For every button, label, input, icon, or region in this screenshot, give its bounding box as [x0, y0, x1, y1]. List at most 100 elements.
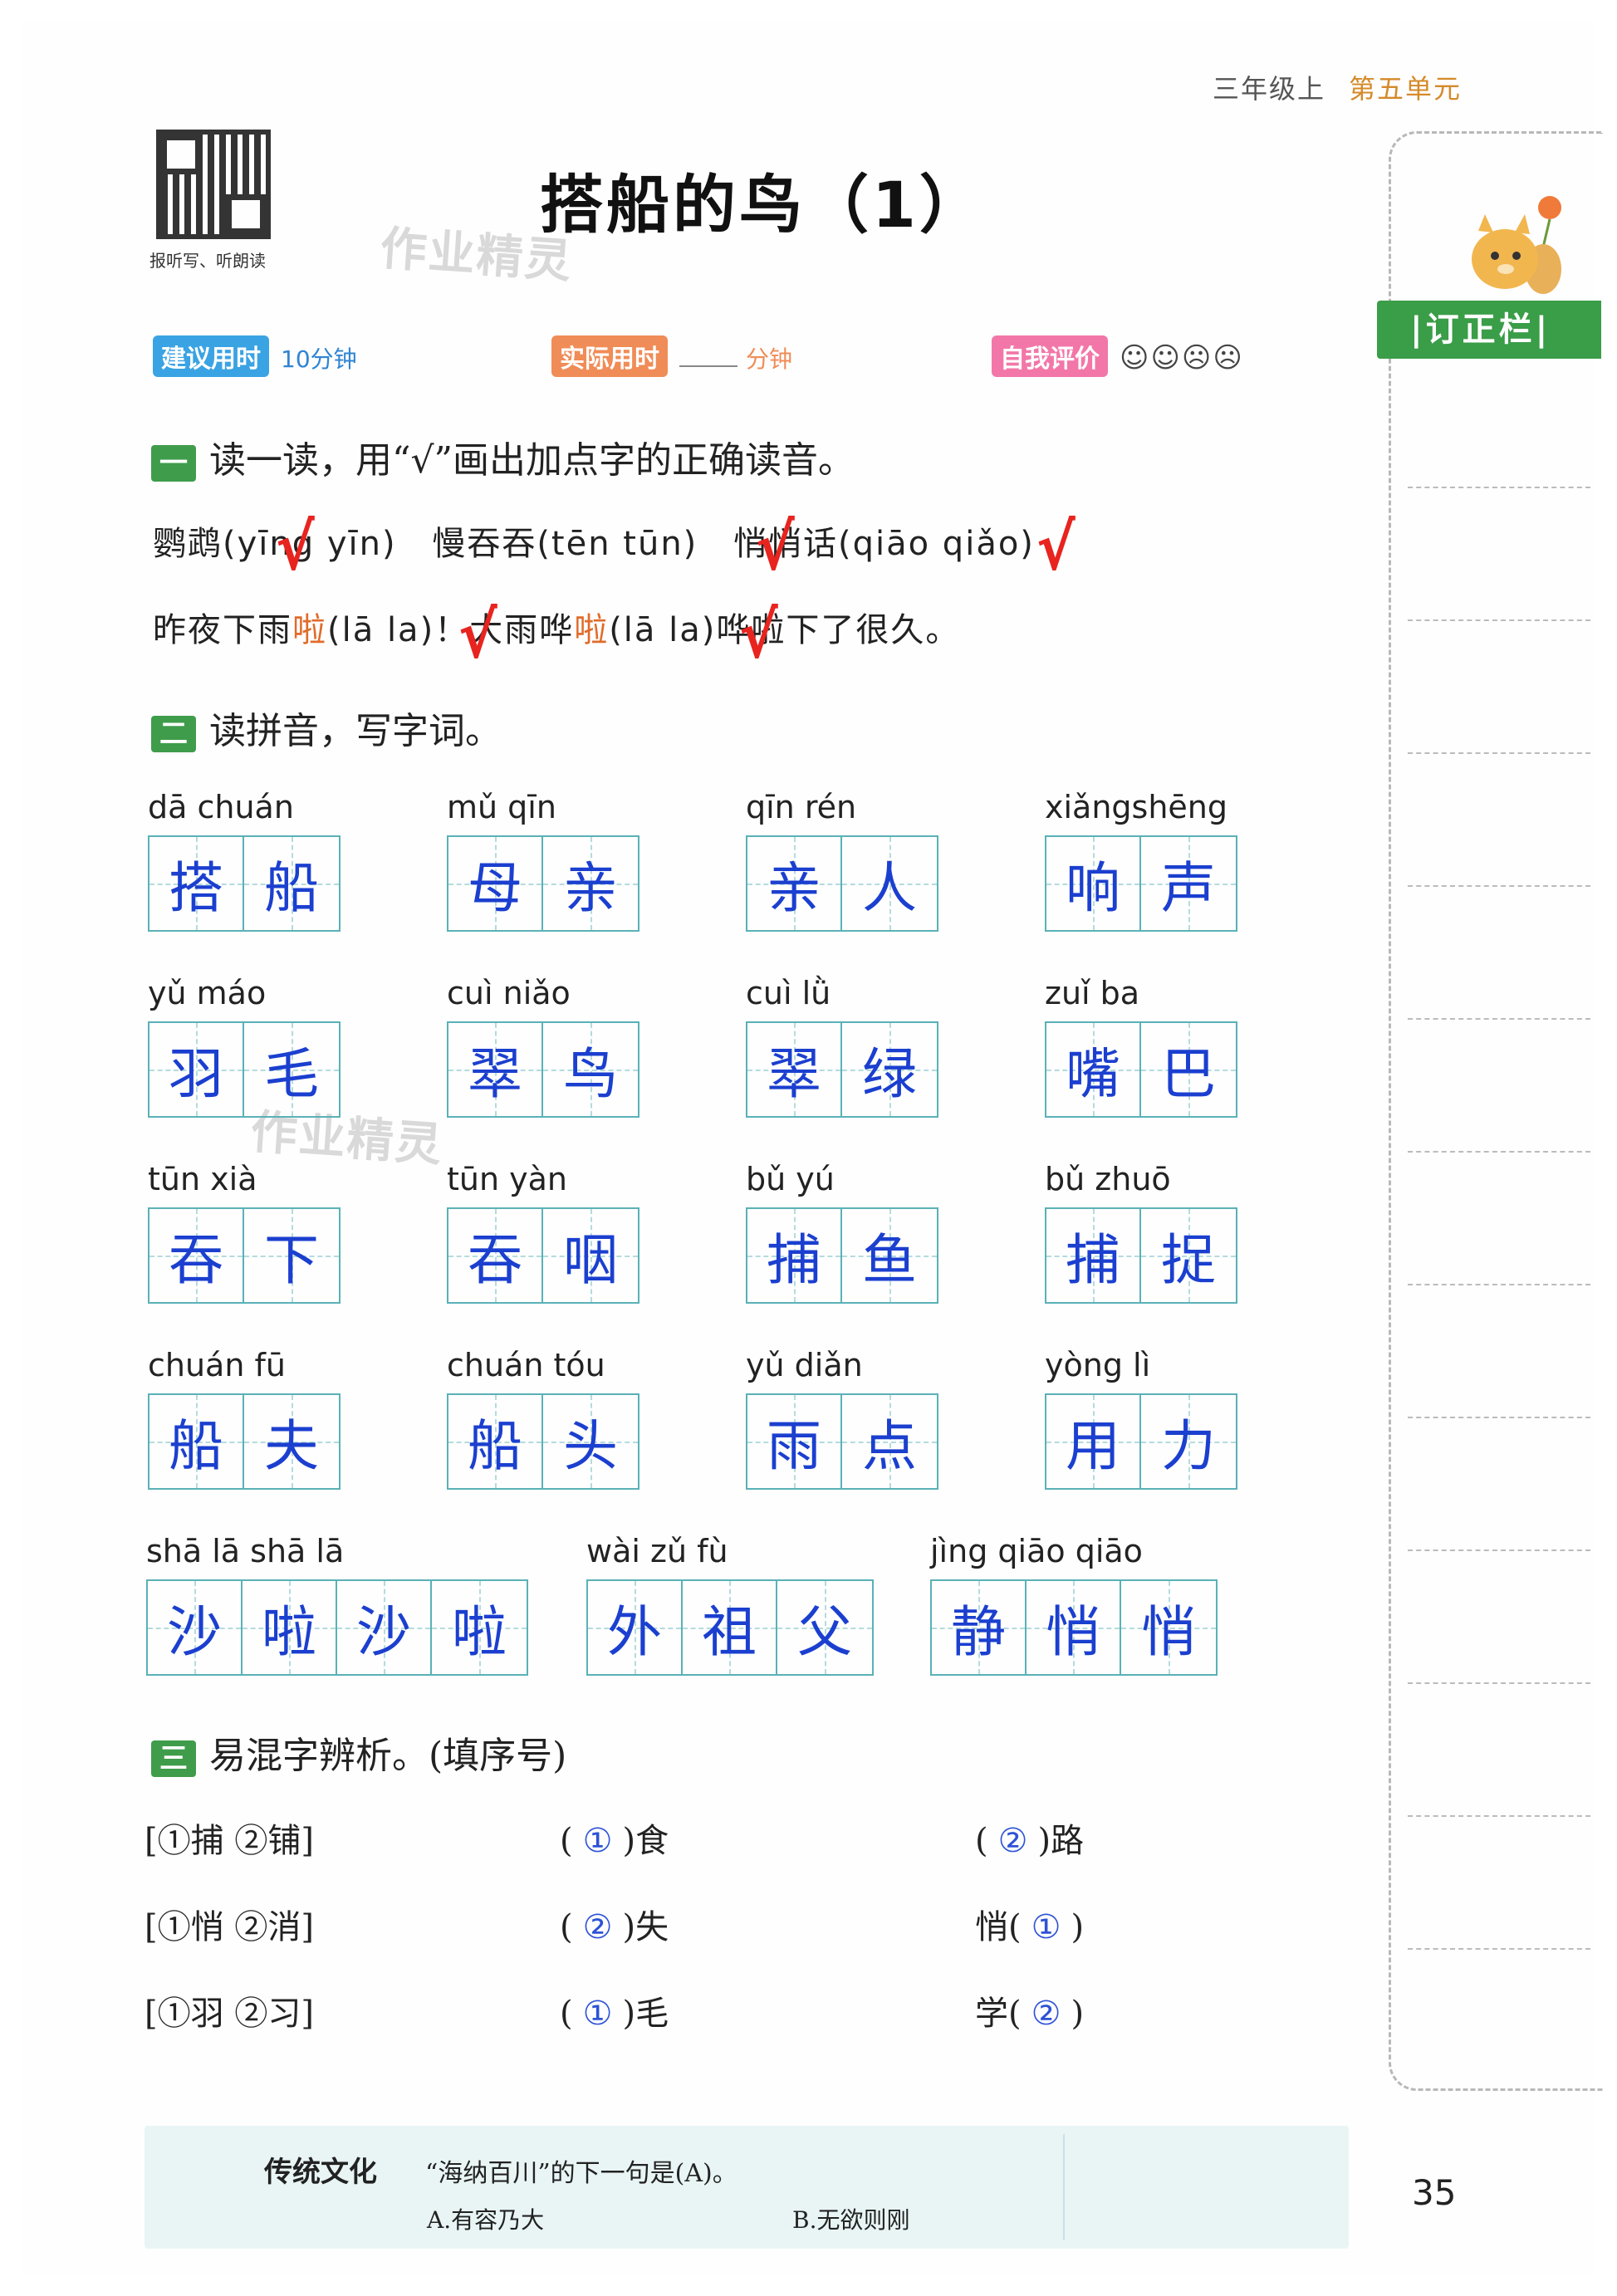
char-box[interactable]: 船	[149, 1395, 244, 1488]
actual-time-blank[interactable]	[679, 347, 737, 367]
char-box[interactable]: 用	[1046, 1395, 1141, 1488]
char-box[interactable]: 亲	[543, 837, 638, 930]
tian-grid: 静悄悄	[930, 1579, 1218, 1676]
char-box[interactable]: 咽	[543, 1209, 638, 1302]
char-box[interactable]: 雨	[747, 1395, 842, 1488]
char-box[interactable]: 羽	[149, 1023, 244, 1116]
char-box[interactable]: 绿	[842, 1023, 937, 1116]
correction-line[interactable]	[1408, 1948, 1590, 1950]
section1-heading: 一读一读，用“√”画出加点字的正确读音。	[151, 430, 855, 483]
blank-1[interactable]: (②)失	[560, 1900, 669, 1948]
char-box[interactable]: 毛	[244, 1023, 339, 1116]
face-rating-icons[interactable]: ☺☺☹☹	[1120, 341, 1244, 375]
answer: ①	[1031, 1908, 1061, 1946]
char-box[interactable]: 祖	[683, 1581, 777, 1674]
blank-2[interactable]: 悄(①)	[975, 1900, 1084, 1948]
section1-line2: 昨夜下雨啦(lā la)！大雨哗啦(lā la)哗啦下了很久。	[153, 603, 960, 651]
blank-2[interactable]: 学(②)	[975, 1986, 1084, 2034]
char-box[interactable]: 母	[448, 837, 543, 930]
char-box[interactable]: 嘴	[1046, 1023, 1141, 1116]
char-box[interactable]: 外	[588, 1581, 683, 1674]
char-box[interactable]: 鸟	[543, 1023, 638, 1116]
char-box[interactable]: 静	[932, 1581, 1027, 1674]
correction-line[interactable]	[1408, 487, 1590, 488]
pinyin-label: cuì niǎo	[447, 975, 571, 1011]
char-box[interactable]: 搭	[149, 837, 244, 930]
pinyin-label: chuán fū	[148, 1347, 286, 1383]
correction-line[interactable]	[1408, 1284, 1590, 1285]
char-box[interactable]: 捉	[1141, 1209, 1236, 1302]
char-box[interactable]: 沙	[337, 1581, 432, 1674]
correction-line[interactable]	[1408, 1018, 1590, 1020]
divider	[1063, 2134, 1065, 2240]
sentence-part: 昨夜下雨	[153, 611, 292, 649]
char-box[interactable]: 鱼	[842, 1209, 937, 1302]
char-box[interactable]: 下	[244, 1209, 339, 1302]
char-box[interactable]: 响	[1046, 837, 1141, 930]
written-char: 夫	[264, 1414, 319, 1478]
char-box[interactable]: 吞	[448, 1209, 543, 1302]
char-box[interactable]: 翠	[448, 1023, 543, 1116]
actual-time-label: 实际用时	[551, 335, 668, 377]
char-box[interactable]: 巴	[1141, 1023, 1236, 1116]
correction-line[interactable]	[1408, 1815, 1590, 1817]
char-box[interactable]: 头	[543, 1395, 638, 1488]
char-box[interactable]: 父	[777, 1581, 872, 1674]
written-char: 亲	[563, 856, 618, 920]
written-char: 巴	[1161, 1042, 1216, 1106]
char-box[interactable]: 船	[244, 837, 339, 930]
written-char: 声	[1161, 856, 1216, 920]
char-box[interactable]: 啦	[432, 1581, 527, 1674]
char-box[interactable]: 点	[842, 1395, 937, 1488]
written-char: 父	[797, 1600, 852, 1664]
char-box[interactable]: 翠	[747, 1023, 842, 1116]
correction-line[interactable]	[1408, 619, 1590, 621]
correction-line[interactable]	[1408, 1417, 1590, 1418]
tian-grid: 捕鱼	[746, 1207, 938, 1304]
pinyin-label: cuì lǜ	[746, 975, 831, 1011]
char-box[interactable]: 捕	[747, 1209, 842, 1302]
char-box[interactable]: 悄	[1121, 1581, 1216, 1674]
written-char: 鸟	[563, 1042, 618, 1106]
dotted-char: 啦	[292, 611, 327, 649]
char-box[interactable]: 捕	[1046, 1209, 1141, 1302]
correction-line[interactable]	[1408, 1682, 1590, 1684]
char-box[interactable]: 吞	[149, 1209, 244, 1302]
written-char: 啦	[262, 1600, 316, 1664]
confusable-options: [①悄 ②消]	[145, 1908, 314, 1946]
char-box[interactable]: 啦	[243, 1581, 337, 1674]
written-char: 毛	[264, 1042, 319, 1106]
written-char: 母	[468, 856, 522, 920]
written-char: 绿	[862, 1042, 917, 1106]
answer: ②	[997, 1822, 1028, 1860]
correction-line[interactable]	[1408, 885, 1590, 887]
blank-suffix: )毛	[622, 1995, 669, 2033]
qr-code-icon[interactable]	[156, 130, 271, 239]
pinyin-label: dā chuán	[148, 789, 294, 825]
blank-1[interactable]: (①)食	[560, 1814, 669, 1862]
page-title: 搭船的鸟（1）	[540, 168, 986, 242]
char-box[interactable]: 亲	[747, 837, 842, 930]
char-box[interactable]: 沙	[148, 1581, 243, 1674]
tian-grid: 翠绿	[746, 1021, 938, 1118]
written-char: 点	[862, 1414, 917, 1478]
blank-prefix: (	[975, 1822, 988, 1860]
blank-suffix: )路	[1037, 1822, 1085, 1860]
char-box[interactable]: 声	[1141, 837, 1236, 930]
char-box[interactable]: 悄	[1027, 1581, 1121, 1674]
char-box[interactable]: 船	[448, 1395, 543, 1488]
char-box[interactable]: 夫	[244, 1395, 339, 1488]
correction-line[interactable]	[1408, 1151, 1590, 1153]
char-box[interactable]: 人	[842, 837, 937, 930]
written-char: 祖	[702, 1600, 757, 1664]
culture-option-a[interactable]: A.有容乃大	[427, 2202, 544, 2235]
pinyin-label: xiǎngshēng	[1045, 789, 1228, 825]
tian-grid: 羽毛	[148, 1021, 341, 1118]
blank-1[interactable]: (①)毛	[560, 1986, 669, 2034]
correction-line[interactable]	[1408, 752, 1590, 754]
culture-box: 传统文化 “海纳百川”的下一句是(A)。 A.有容乃大 B.无欲则刚	[145, 2126, 1349, 2249]
char-box[interactable]: 力	[1141, 1395, 1236, 1488]
blank-2[interactable]: (②)路	[975, 1814, 1084, 1862]
culture-option-b[interactable]: B.无欲则刚	[792, 2202, 909, 2235]
correction-line[interactable]	[1408, 1549, 1590, 1551]
